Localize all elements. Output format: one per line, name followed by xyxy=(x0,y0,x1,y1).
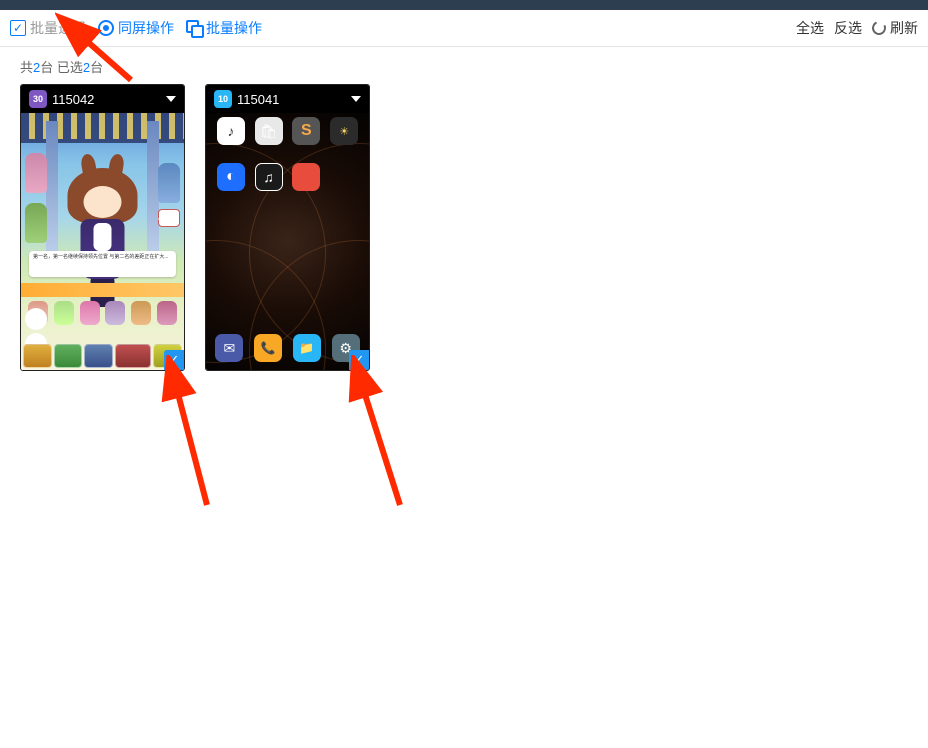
devices-grid: 30 115042 第一名，第一名继续保持领先位置 与第二名的差距正在扩大.. xyxy=(0,84,928,371)
home-row xyxy=(206,159,369,191)
status-prefix: 共 xyxy=(20,60,33,75)
caret-down-icon[interactable] xyxy=(166,96,176,102)
batch-select-label: 批量选择 xyxy=(30,18,86,38)
game-side-pill-icon xyxy=(25,308,47,330)
batch-action-icon xyxy=(186,20,202,36)
batch-action-label: 批量操作 xyxy=(206,18,262,38)
game-bottom-bar xyxy=(21,342,184,370)
batch-select-toggle[interactable]: ✓ 批量选择 xyxy=(10,18,86,38)
annotation-arrow xyxy=(340,355,420,515)
refresh-button[interactable]: 刷新 xyxy=(872,18,918,38)
selected-check-badge[interactable]: ✓ xyxy=(349,350,369,370)
device-badge: 10 xyxy=(214,90,232,108)
check-icon: ✓ xyxy=(13,22,23,34)
home-dock xyxy=(206,330,369,366)
game-dialog: 第一名，第一名继续保持领先位置 与第二名的差距正在扩大... xyxy=(29,251,176,277)
device-screen[interactable]: 第一名，第一名继续保持领先位置 与第二名的差距正在扩大... xyxy=(21,113,184,370)
device-badge: 30 xyxy=(29,90,47,108)
music-app-icon xyxy=(217,117,245,145)
toolbar-right-group: 全选 反选 刷新 xyxy=(796,18,918,38)
game-side-character xyxy=(25,153,47,193)
browser-app-icon xyxy=(217,163,245,191)
chibi-icon xyxy=(80,301,100,325)
chibi-icon xyxy=(131,301,151,325)
refresh-icon xyxy=(870,19,888,37)
same-screen-label: 同屏操作 xyxy=(118,18,174,38)
status-suffix: 台 xyxy=(90,60,103,75)
toolbar-left-group: ✓ 批量选择 同屏操作 批量操作 xyxy=(10,18,262,38)
device-card[interactable]: 30 115042 第一名，第一名继续保持领先位置 与第二名的差距正在扩大.. xyxy=(20,84,185,371)
device-header[interactable]: 10 115041 xyxy=(206,85,369,113)
window-titlebar xyxy=(0,0,928,10)
red-app-icon xyxy=(292,163,320,191)
phone-app-icon xyxy=(254,334,282,362)
select-all-button[interactable]: 全选 xyxy=(796,18,824,38)
main-toolbar: ✓ 批量选择 同屏操作 批量操作 全选 反选 刷新 xyxy=(0,10,928,47)
empty-slot xyxy=(330,163,358,191)
game-nav-btn xyxy=(23,344,52,368)
device-screen[interactable] xyxy=(206,113,369,370)
batch-action-button[interactable]: 批量操作 xyxy=(186,18,262,38)
game-nav-btn xyxy=(115,344,152,368)
chibi-icon xyxy=(105,301,125,325)
device-id: 115041 xyxy=(237,92,279,107)
weather-app-icon xyxy=(330,117,358,145)
home-row xyxy=(206,113,369,145)
game-bg-pillar xyxy=(46,121,58,261)
game-main-character xyxy=(65,168,140,298)
game-screen: 第一名，第一名继续保持领先位置 与第二名的差距正在扩大... xyxy=(21,113,184,370)
game-banner xyxy=(21,283,184,297)
tiktok-app-icon xyxy=(255,163,283,191)
device-header[interactable]: 30 115042 xyxy=(21,85,184,113)
game-nav-btn xyxy=(84,344,113,368)
messages-app-icon xyxy=(215,334,243,362)
refresh-label: 刷新 xyxy=(890,18,918,38)
invert-select-button[interactable]: 反选 xyxy=(834,18,862,38)
selected-check-badge[interactable]: ✓ xyxy=(164,350,184,370)
files-app-icon xyxy=(293,334,321,362)
chibi-icon xyxy=(54,301,74,325)
game-side-character xyxy=(25,203,47,243)
status-line: 共2台 已选2台 xyxy=(0,47,928,84)
game-nav-btn xyxy=(54,344,83,368)
status-mid: 台 已选 xyxy=(40,60,83,75)
gift-bubble-icon xyxy=(158,209,180,227)
game-side-character xyxy=(158,163,180,203)
game-chibi-row xyxy=(25,301,180,327)
home-screen xyxy=(206,113,369,370)
chibi-icon xyxy=(157,301,177,325)
same-screen-icon xyxy=(98,20,114,36)
same-screen-button[interactable]: 同屏操作 xyxy=(98,18,174,38)
annotation-arrow xyxy=(155,355,225,515)
shopping-app-icon xyxy=(255,117,283,145)
device-card[interactable]: 10 115041 xyxy=(205,84,370,371)
sogou-app-icon xyxy=(292,117,320,145)
device-id: 115042 xyxy=(52,92,94,107)
caret-down-icon[interactable] xyxy=(351,96,361,102)
batch-select-checkbox[interactable]: ✓ xyxy=(10,20,26,36)
